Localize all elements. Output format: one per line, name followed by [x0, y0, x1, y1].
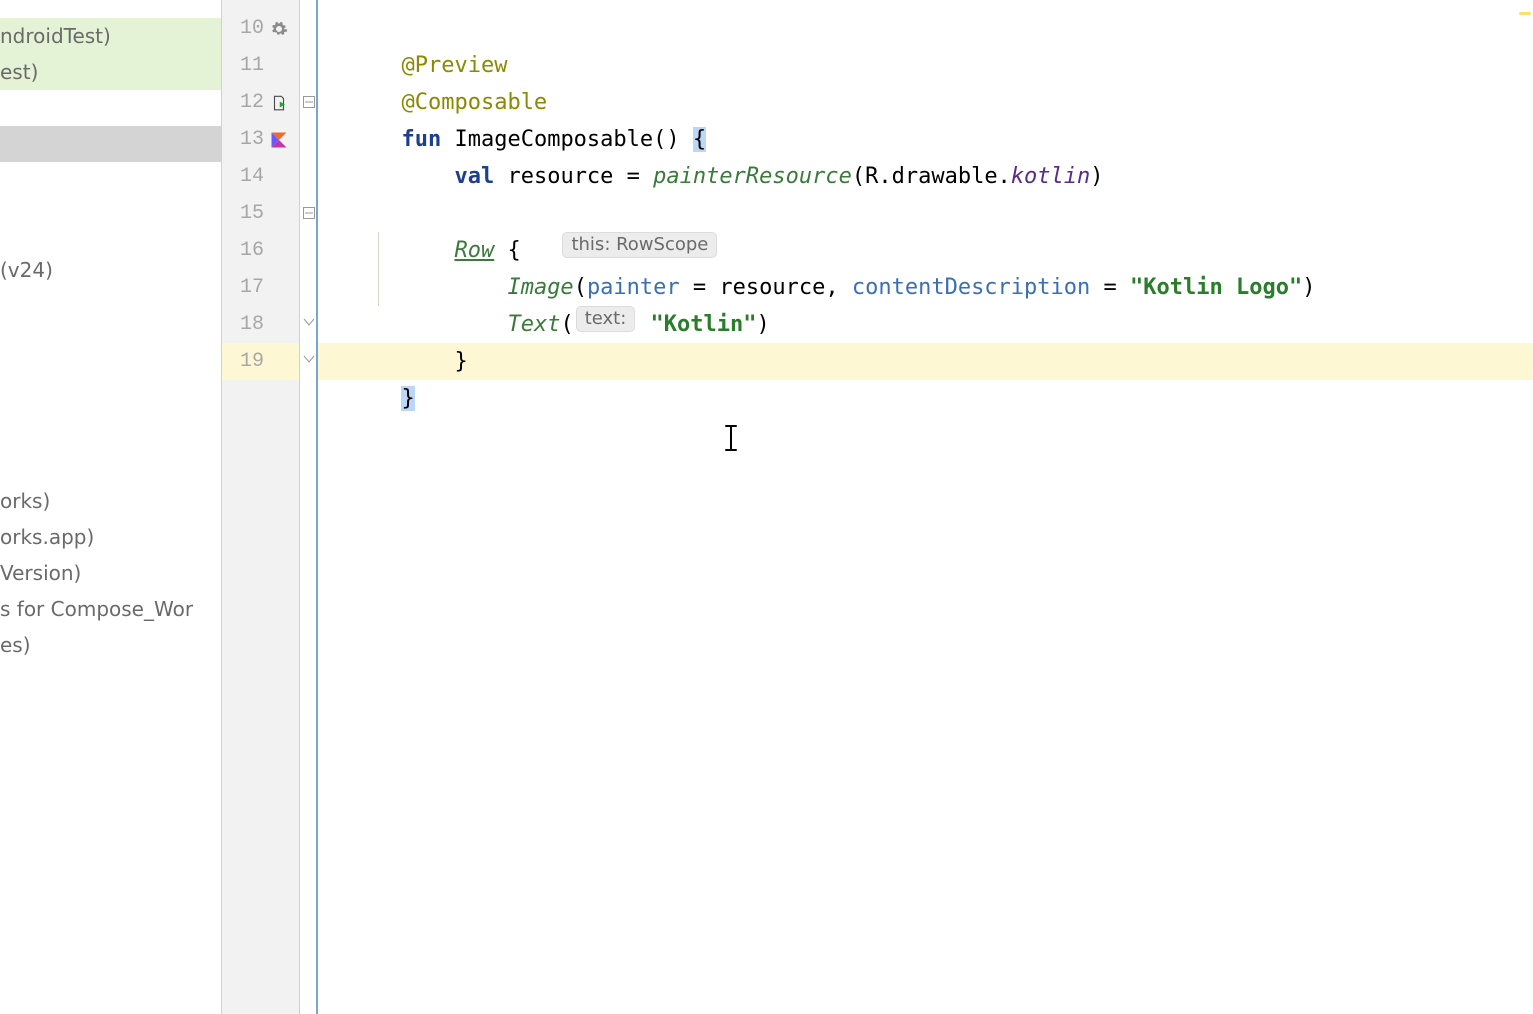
line-number: 12 [222, 91, 264, 114]
tree-item[interactable] [0, 90, 221, 126]
ide-root: ndroidTest) est) (v24) orks) orks.app) V… [0, 0, 1534, 1014]
gutter-row-current[interactable]: 19 [222, 343, 299, 380]
warning-marker[interactable] [1519, 12, 1531, 15]
tree-item-selected[interactable] [0, 126, 221, 162]
line-number: 11 [222, 54, 264, 77]
tree-label: es) [0, 633, 31, 657]
tree-item[interactable]: (v24) [0, 252, 221, 288]
fold-collapse-icon[interactable] [302, 95, 316, 109]
code-line[interactable]: Row { this: RowScope [318, 195, 1534, 232]
fold-end-icon[interactable] [302, 354, 316, 368]
tree-item[interactable]: orks) [0, 483, 221, 519]
tree-item[interactable]: s for Compose_Wor [0, 591, 221, 627]
code-line[interactable] [318, 158, 1534, 195]
code-line[interactable]: } [318, 343, 1534, 380]
line-number: 18 [222, 313, 264, 336]
line-number: 13 [222, 128, 264, 151]
code-line[interactable]: } [318, 306, 1534, 343]
gutter-row[interactable]: 13 [222, 121, 299, 158]
code-line[interactable]: @Composable [318, 47, 1534, 84]
tree-item[interactable]: Version) [0, 555, 221, 591]
tree-label: est) [0, 60, 38, 84]
gutter-row[interactable]: 10 [222, 10, 299, 47]
line-number: 14 [222, 165, 264, 188]
code-line[interactable]: fun ImageComposable() { [318, 84, 1534, 121]
line-number: 17 [222, 276, 264, 299]
code-editor[interactable]: @Preview @Composable fun ImageComposable… [318, 0, 1534, 1014]
tree-label: (v24) [0, 258, 53, 282]
tree-label: s for Compose_Wor [0, 597, 193, 621]
gutter-row[interactable]: 18 [222, 306, 299, 343]
fold-end-icon[interactable] [302, 317, 316, 331]
line-number: 10 [222, 17, 264, 40]
gutter-row[interactable]: 15 [222, 195, 299, 232]
project-tree[interactable]: ndroidTest) est) (v24) orks) orks.app) V… [0, 0, 222, 1014]
tree-label: orks) [0, 489, 50, 513]
gear-icon[interactable] [270, 20, 288, 38]
line-number: 16 [222, 239, 264, 262]
text-cursor-icon [644, 388, 660, 414]
line-number: 15 [222, 202, 264, 225]
code-line[interactable]: @Preview [318, 10, 1534, 47]
gutter-row[interactable]: 17 [222, 269, 299, 306]
tree-label: ndroidTest) [0, 24, 111, 48]
gutter-row[interactable]: 12 [222, 84, 299, 121]
gutter-row[interactable]: 16 [222, 232, 299, 269]
line-number: 19 [222, 350, 264, 373]
tree-item[interactable]: est) [0, 54, 221, 90]
kotlin-icon[interactable] [270, 131, 288, 149]
tree-item[interactable]: es) [0, 627, 221, 663]
tree-item[interactable]: ndroidTest) [0, 18, 221, 54]
brace-close: } [401, 386, 414, 411]
tree-label: Version) [0, 561, 81, 585]
tree-label: orks.app) [0, 525, 94, 549]
code-line[interactable]: val resource = painterResource(R.drawabl… [318, 121, 1534, 158]
code-line[interactable]: Text(text: "Kotlin") [318, 269, 1534, 306]
fold-collapse-icon[interactable] [302, 206, 316, 220]
code-line[interactable]: Image(painter = resource, contentDescrip… [318, 232, 1534, 269]
editor-gutter[interactable]: 10 11 12 13 14 15 16 [222, 0, 300, 1014]
run-icon[interactable] [270, 94, 288, 112]
fold-column[interactable] [300, 0, 318, 1014]
tree-item[interactable]: orks.app) [0, 519, 221, 555]
gutter-row[interactable]: 14 [222, 158, 299, 195]
gutter-row[interactable]: 11 [222, 47, 299, 84]
